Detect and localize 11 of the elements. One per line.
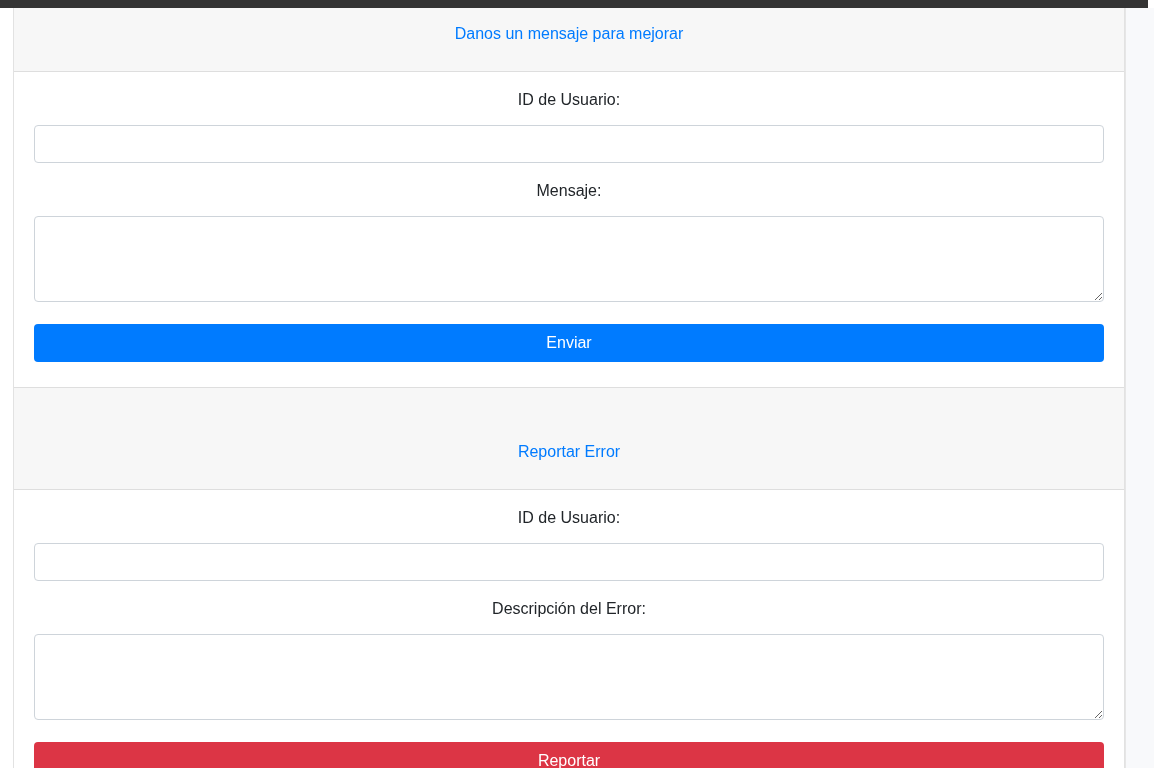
- section-title-link[interactable]: Reportar Error: [517, 443, 621, 460]
- textarea-field[interactable]: [34, 216, 1104, 302]
- input-field[interactable]: [34, 125, 1104, 163]
- textarea-field[interactable]: [34, 634, 1104, 720]
- field-label: Mensaje:: [536, 181, 602, 200]
- field-label: ID de Usuario:: [517, 90, 621, 109]
- field-label: ID de Usuario:: [517, 508, 621, 527]
- input-field[interactable]: [34, 543, 1104, 581]
- section-title-link[interactable]: Danos un mensaje para mejorar: [454, 25, 684, 42]
- field-label: Descripción del Error:: [492, 599, 646, 618]
- submit-button[interactable]: Enviar: [34, 324, 1104, 362]
